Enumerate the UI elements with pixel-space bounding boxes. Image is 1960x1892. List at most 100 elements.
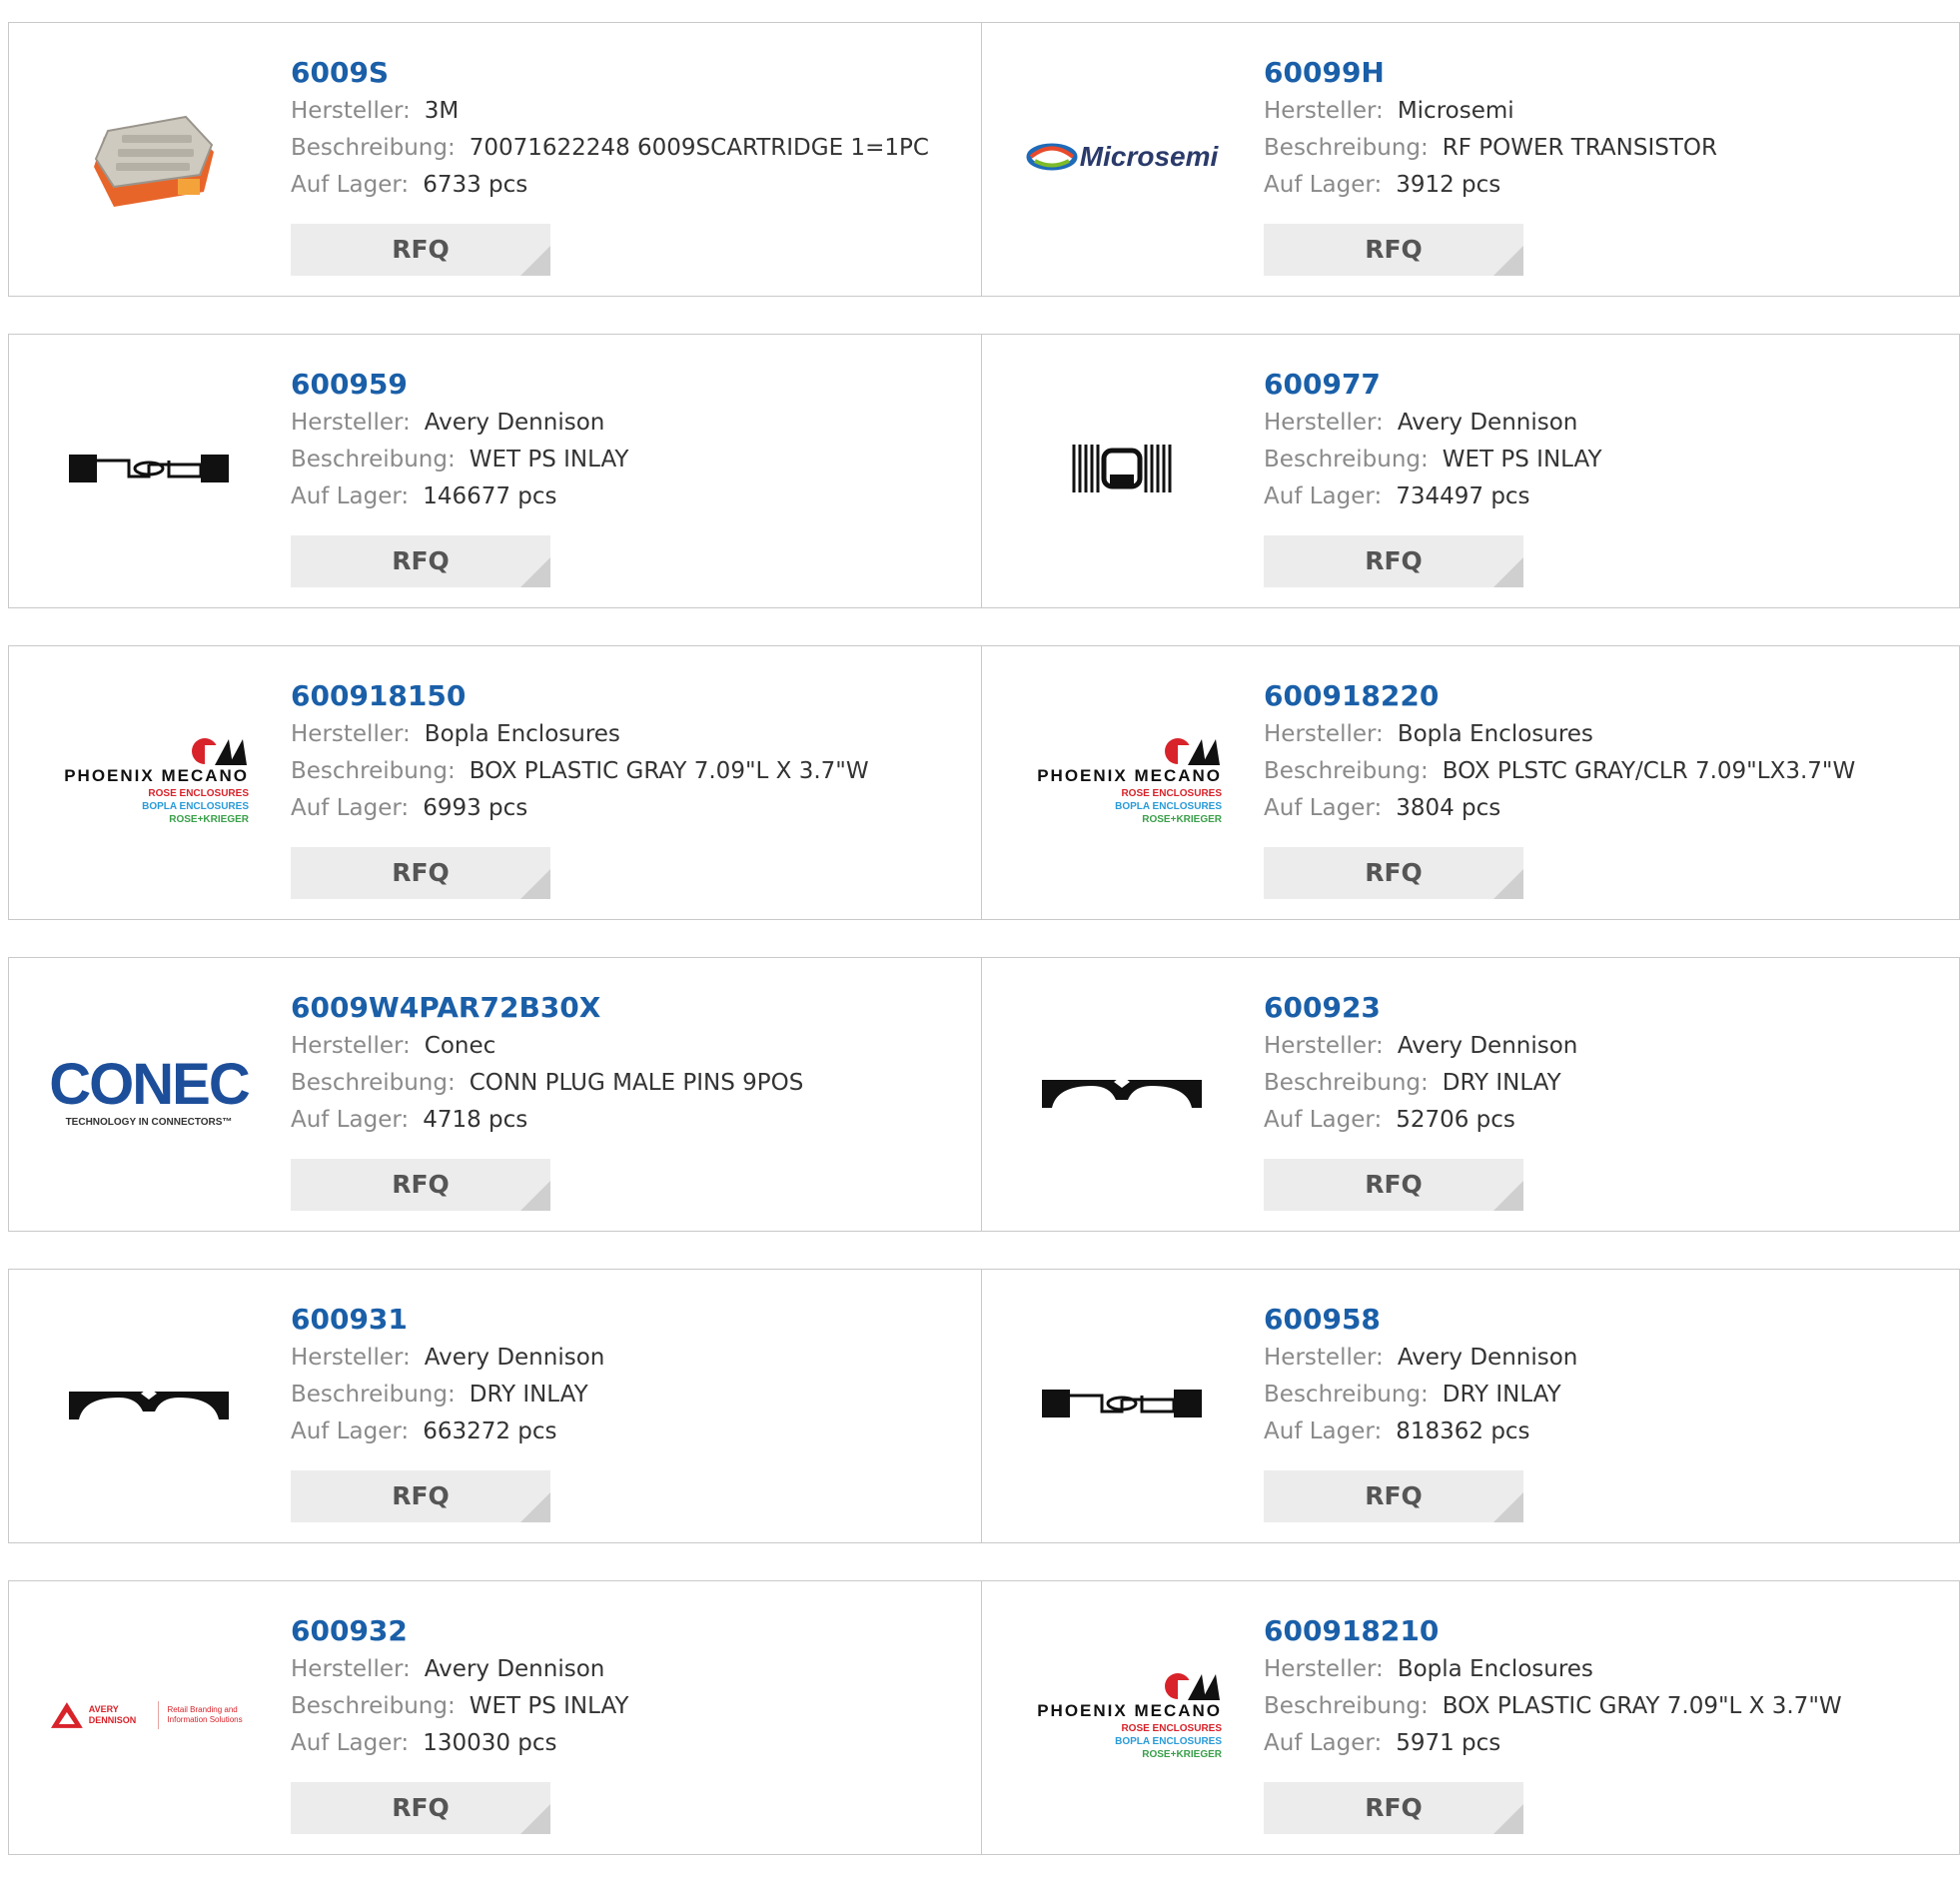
rfq-button[interactable]: RFQ bbox=[1264, 847, 1524, 899]
rfq-button[interactable]: RFQ bbox=[1264, 1159, 1524, 1211]
description-line: Beschreibung: DRY INLAY bbox=[1264, 1377, 1577, 1414]
part-number-link[interactable]: 600958 bbox=[1264, 1300, 1577, 1340]
description-value: BOX PLASTIC GRAY 7.09"L X 3.7"W bbox=[1442, 1693, 1842, 1719]
product-image[interactable]: CONEC TECHNOLOGY IN CONNECTORS™ bbox=[49, 992, 250, 1192]
manufacturer-value: Avery Dennison bbox=[1397, 410, 1578, 436]
description-line: Beschreibung: BOX PLASTIC GRAY 7.09"L X 3… bbox=[291, 753, 869, 790]
product-image[interactable] bbox=[49, 369, 249, 568]
description-label: Beschreibung: bbox=[291, 1070, 456, 1096]
product-image[interactable] bbox=[49, 57, 249, 257]
product-image[interactable]: PHOENIX MECANO ROSE ENCLOSURES BOPLA ENC… bbox=[1022, 1615, 1222, 1815]
phoenix-mecano-logo: PHOENIX MECANO ROSE ENCLOSURES BOPLA ENC… bbox=[1022, 1670, 1222, 1761]
rfq-button[interactable]: RFQ bbox=[1264, 1470, 1524, 1522]
part-number-link[interactable]: 6009W4PAR72B30X bbox=[291, 988, 803, 1028]
conec-wordmark: CONEC bbox=[49, 1052, 250, 1117]
part-number-link[interactable]: 600918210 bbox=[1264, 1611, 1842, 1651]
product-image[interactable]: Microsemi bbox=[1022, 57, 1222, 257]
manufacturer-value: Avery Dennison bbox=[424, 1345, 605, 1371]
rfq-button[interactable]: RFQ bbox=[1264, 224, 1524, 276]
description-value: WET PS INLAY bbox=[469, 1693, 629, 1719]
phoenix-mark-icon bbox=[192, 737, 247, 765]
phoenix-mecano-wordmark: PHOENIX MECANO bbox=[64, 765, 249, 785]
stock-line: Auf Lager: 52706 pcs bbox=[1264, 1102, 1577, 1139]
product-card-600918210: PHOENIX MECANO ROSE ENCLOSURES BOPLA ENC… bbox=[982, 1580, 1960, 1855]
part-number-link[interactable]: 600918220 bbox=[1264, 676, 1855, 716]
rfq-button[interactable]: RFQ bbox=[291, 535, 550, 587]
product-row: 6009S Hersteller: 3M Beschreibung: 7007162… bbox=[8, 22, 1960, 297]
part-number-link[interactable]: 60099H bbox=[1264, 53, 1717, 93]
rfq-corner-decoration bbox=[520, 246, 550, 276]
description-line: Beschreibung: CONN PLUG MALE PINS 9POS bbox=[291, 1065, 803, 1102]
rfq-button[interactable]: RFQ bbox=[291, 224, 550, 276]
stock-line: Auf Lager: 146677 pcs bbox=[291, 478, 628, 515]
part-number-link[interactable]: 6009S bbox=[291, 53, 929, 93]
part-number-link[interactable]: 600923 bbox=[1264, 988, 1577, 1028]
product-image[interactable]: PHOENIX MECANO ROSE ENCLOSURES BOPLA ENC… bbox=[1022, 680, 1222, 880]
stock-line: Auf Lager: 663272 pcs bbox=[291, 1414, 604, 1450]
part-number-link[interactable]: 600932 bbox=[291, 1611, 628, 1651]
phoenix-mecano-wordmark: PHOENIX MECANO bbox=[1037, 1700, 1223, 1720]
description-value: WET PS INLAY bbox=[1442, 447, 1602, 473]
description-label: Beschreibung: bbox=[1264, 1693, 1429, 1719]
product-image[interactable] bbox=[49, 1304, 249, 1503]
product-image[interactable]: PHOENIX MECANO ROSE ENCLOSURES BOPLA ENC… bbox=[49, 680, 249, 880]
conec-tagline: TECHNOLOGY IN CONNECTORS™ bbox=[65, 1117, 233, 1128]
product-row: 600959 Hersteller: Avery Dennison Beschre… bbox=[8, 334, 1960, 608]
product-info: 600932 Hersteller: Avery Dennison Beschre… bbox=[291, 1611, 628, 1762]
product-image[interactable] bbox=[1022, 992, 1222, 1192]
product-image[interactable]: AVERY DENNISON Retail Branding and Infor… bbox=[49, 1615, 249, 1815]
rfq-corner-decoration bbox=[1493, 1492, 1524, 1522]
rfq-button[interactable]: RFQ bbox=[291, 1782, 550, 1834]
description-label: Beschreibung: bbox=[1264, 1382, 1429, 1408]
part-number-link[interactable]: 600977 bbox=[1264, 365, 1601, 405]
rfq-button[interactable]: RFQ bbox=[1264, 535, 1524, 587]
product-info: 600959 Hersteller: Avery Dennison Beschre… bbox=[291, 365, 628, 515]
stock-label: Auf Lager: bbox=[1264, 483, 1383, 509]
stock-line: Auf Lager: 4718 pcs bbox=[291, 1102, 803, 1139]
description-line: Beschreibung: DRY INLAY bbox=[291, 1377, 604, 1414]
product-card-600923: 600923 Hersteller: Avery Dennison Beschre… bbox=[982, 957, 1960, 1232]
manufacturer-value: Avery Dennison bbox=[1397, 1033, 1578, 1059]
rfq-corner-decoration bbox=[1493, 1181, 1524, 1211]
manufacturer-line: Hersteller: Avery Dennison bbox=[291, 405, 628, 442]
arch-inlay-image bbox=[69, 1388, 229, 1419]
part-number-link[interactable]: 600918150 bbox=[291, 676, 869, 716]
part-number-link[interactable]: 600959 bbox=[291, 365, 628, 405]
description-label: Beschreibung: bbox=[291, 447, 456, 473]
description-label: Beschreibung: bbox=[291, 1382, 456, 1408]
part-number-link[interactable]: 600931 bbox=[291, 1300, 604, 1340]
stock-value: 130030 pcs bbox=[423, 1730, 557, 1756]
description-line: Beschreibung: WET PS INLAY bbox=[291, 442, 628, 478]
manufacturer-line: Hersteller: Avery Dennison bbox=[291, 1651, 628, 1688]
rfq-label: RFQ bbox=[1365, 858, 1423, 887]
product-image[interactable] bbox=[1022, 1304, 1222, 1503]
rfq-button[interactable]: RFQ bbox=[291, 847, 550, 899]
stock-line: Auf Lager: 6733 pcs bbox=[291, 167, 929, 204]
product-grid: 6009S Hersteller: 3M Beschreibung: 7007162… bbox=[8, 22, 1960, 1892]
description-line: Beschreibung: WET PS INLAY bbox=[291, 1688, 628, 1725]
rfq-button[interactable]: RFQ bbox=[291, 1159, 550, 1211]
rose-enclosures-text: ROSE ENCLOSURES bbox=[1121, 1722, 1223, 1734]
description-value: CONN PLUG MALE PINS 9POS bbox=[469, 1070, 804, 1096]
product-card-600918150: PHOENIX MECANO ROSE ENCLOSURES BOPLA ENC… bbox=[8, 645, 983, 920]
stock-value: 5971 pcs bbox=[1396, 1730, 1501, 1756]
manufacturer-label: Hersteller: bbox=[1264, 1656, 1384, 1682]
rfq-label: RFQ bbox=[1365, 1793, 1423, 1822]
manufacturer-label: Hersteller: bbox=[291, 1345, 411, 1371]
product-image[interactable] bbox=[1022, 369, 1222, 568]
avery-dennison-wordmark: AVERY DENNISON bbox=[88, 1704, 137, 1725]
description-value: BOX PLSTC GRAY/CLR 7.09"LX3.7"W bbox=[1442, 758, 1856, 784]
manufacturer-label: Hersteller: bbox=[291, 721, 411, 747]
rose-enclosures-text: ROSE ENCLOSURES bbox=[1121, 787, 1223, 799]
rfq-label: RFQ bbox=[392, 546, 450, 575]
rfq-button[interactable]: RFQ bbox=[1264, 1782, 1524, 1834]
rfid-inlay-image bbox=[1042, 1390, 1203, 1418]
stock-line: Auf Lager: 5971 pcs bbox=[1264, 1725, 1842, 1762]
manufacturer-value: Bopla Enclosures bbox=[424, 721, 620, 747]
rfq-button[interactable]: RFQ bbox=[291, 1470, 550, 1522]
conec-logo: CONEC TECHNOLOGY IN CONNECTORS™ bbox=[49, 1052, 250, 1130]
stock-label: Auf Lager: bbox=[291, 1730, 410, 1756]
stock-label: Auf Lager: bbox=[1264, 172, 1383, 198]
stock-value: 6993 pcs bbox=[423, 795, 528, 821]
stock-value: 734497 pcs bbox=[1396, 483, 1530, 509]
